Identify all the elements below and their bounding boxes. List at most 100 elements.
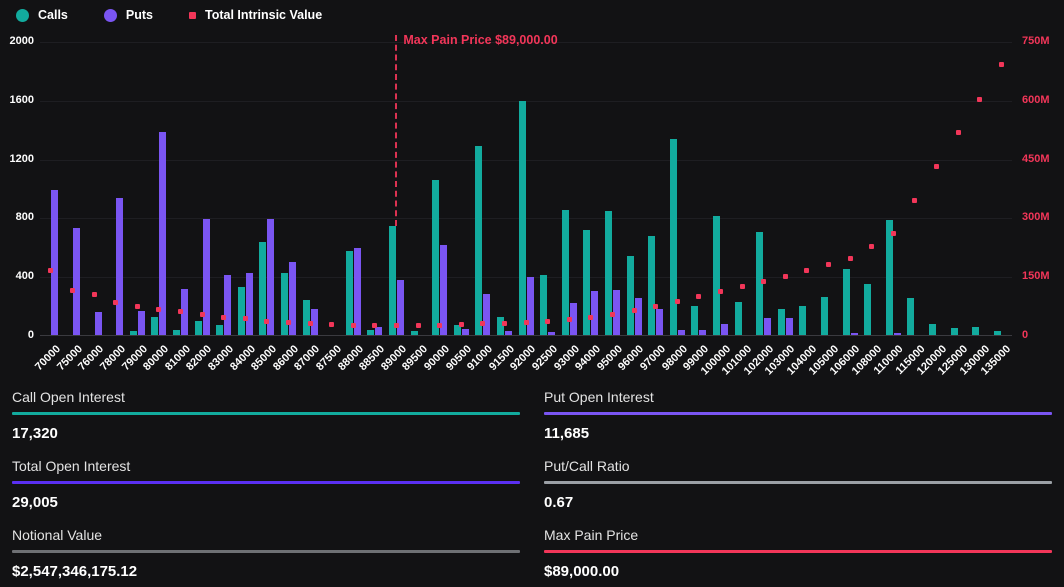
intrinsic-value-dot	[113, 300, 118, 305]
stat-put-open-interest: Put Open Interest 11,685	[544, 379, 1052, 448]
calls-bar	[799, 306, 806, 335]
puts-bar	[375, 327, 382, 335]
puts-bar	[678, 330, 685, 335]
stat-label: Total Open Interest	[12, 458, 520, 474]
stat-label: Put Open Interest	[544, 389, 1052, 405]
stat-call-open-interest: Call Open Interest 17,320	[12, 379, 520, 448]
calls-bar	[864, 284, 871, 335]
puts-bar	[721, 324, 728, 335]
stat-value: 11,685	[544, 425, 1052, 442]
calls-bar	[886, 220, 893, 335]
total-intrinsic-value-square-icon	[189, 12, 196, 19]
puts-circle-icon	[104, 9, 117, 22]
stat-label: Max Pain Price	[544, 527, 1052, 543]
calls-bar	[562, 210, 569, 335]
intrinsic-value-dot	[934, 164, 939, 169]
calls-bar	[691, 306, 698, 335]
intrinsic-value-dot	[459, 322, 464, 327]
intrinsic-value-dot	[200, 312, 205, 317]
legend-item-puts[interactable]: Puts	[104, 8, 153, 22]
max-pain-label: Max Pain Price $89,000.00	[403, 33, 557, 47]
puts-bar	[440, 245, 447, 335]
puts-bar	[786, 318, 793, 335]
calls-bar	[627, 256, 634, 335]
stat-value: $2,547,346,175.12	[12, 563, 520, 580]
intrinsic-value-dot	[956, 130, 961, 135]
puts-bar	[462, 329, 469, 335]
intrinsic-value-dot	[826, 262, 831, 267]
intrinsic-value-dot	[243, 316, 248, 321]
intrinsic-value-dot	[308, 321, 313, 326]
stat-label: Put/Call Ratio	[544, 458, 1052, 474]
intrinsic-value-dot	[372, 323, 377, 328]
intrinsic-value-dot	[740, 284, 745, 289]
right-axis-tick: 150M	[1022, 270, 1050, 282]
right-axis-tick: 300M	[1022, 211, 1050, 223]
legend-label: Calls	[38, 8, 68, 22]
stat-value: 0.67	[544, 494, 1052, 511]
calls-bar	[951, 328, 958, 335]
intrinsic-value-dot	[135, 304, 140, 309]
puts-bar	[764, 318, 771, 335]
puts-bar	[267, 219, 274, 335]
intrinsic-value-dot	[545, 319, 550, 324]
calls-bar	[151, 317, 158, 335]
intrinsic-value-dot	[696, 294, 701, 299]
puts-bar	[894, 333, 901, 335]
puts-bar	[138, 311, 145, 335]
puts-bar	[656, 309, 663, 335]
intrinsic-value-dot	[394, 323, 399, 328]
intrinsic-value-dot	[999, 62, 1004, 67]
intrinsic-value-dot	[70, 288, 75, 293]
stats-panel: Call Open Interest 17,320 Put Open Interes…	[0, 379, 1064, 586]
intrinsic-value-dot	[502, 321, 507, 326]
intrinsic-value-dot	[869, 244, 874, 249]
chart-legend: Calls Puts Total Intrinsic Value	[16, 8, 322, 22]
calls-bar	[778, 309, 785, 335]
calls-bar	[238, 287, 245, 335]
intrinsic-value-dot	[178, 309, 183, 314]
calls-bar	[540, 275, 547, 335]
puts-bar	[203, 219, 210, 335]
intrinsic-value-dot	[48, 268, 53, 273]
intrinsic-value-dot	[761, 279, 766, 284]
gridline	[40, 101, 1012, 102]
stat-accent-line	[12, 550, 520, 553]
puts-bar	[224, 275, 231, 335]
puts-bar	[699, 330, 706, 335]
stat-value: $89,000.00	[544, 563, 1052, 580]
gridline	[40, 218, 1012, 219]
intrinsic-value-dot	[264, 319, 269, 324]
intrinsic-value-dot	[632, 308, 637, 313]
max-pain-line	[395, 35, 397, 226]
calls-bar	[670, 139, 677, 335]
intrinsic-value-dot	[783, 274, 788, 279]
right-axis: 0150M300M450M600M750M	[1020, 42, 1064, 336]
intrinsic-value-dot	[718, 289, 723, 294]
stat-notional-value: Notional Value$2,547,346,175.12	[12, 517, 520, 586]
puts-bar	[116, 198, 123, 335]
intrinsic-value-dot	[912, 198, 917, 203]
right-axis-tick: 750M	[1022, 35, 1050, 47]
stat-accent-line	[12, 481, 520, 484]
intrinsic-value-dot	[329, 322, 334, 327]
stat-accent-line	[544, 550, 1052, 553]
calls-bar	[713, 216, 720, 335]
puts-bar	[483, 294, 490, 335]
intrinsic-value-dot	[221, 315, 226, 320]
legend-item-total-intrinsic-value[interactable]: Total Intrinsic Value	[189, 8, 322, 22]
left-axis-tick: 400	[16, 270, 34, 282]
gridline	[40, 160, 1012, 161]
stat-max-pain-price: Max Pain Price $89,000.00	[544, 517, 1052, 586]
calls-bar	[497, 317, 504, 335]
stat-value: 29,005	[12, 494, 520, 511]
intrinsic-value-dot	[480, 321, 485, 326]
calls-bar	[281, 273, 288, 335]
calls-bar	[303, 300, 310, 335]
stat-value: 17,320	[12, 425, 520, 442]
intrinsic-value-dot	[286, 320, 291, 325]
intrinsic-value-dot	[588, 315, 593, 320]
stat-label: Call Open Interest	[12, 389, 520, 405]
legend-item-calls[interactable]: Calls	[16, 8, 68, 22]
x-axis: 7000075000760007800079000800008100082000…	[0, 336, 1064, 384]
